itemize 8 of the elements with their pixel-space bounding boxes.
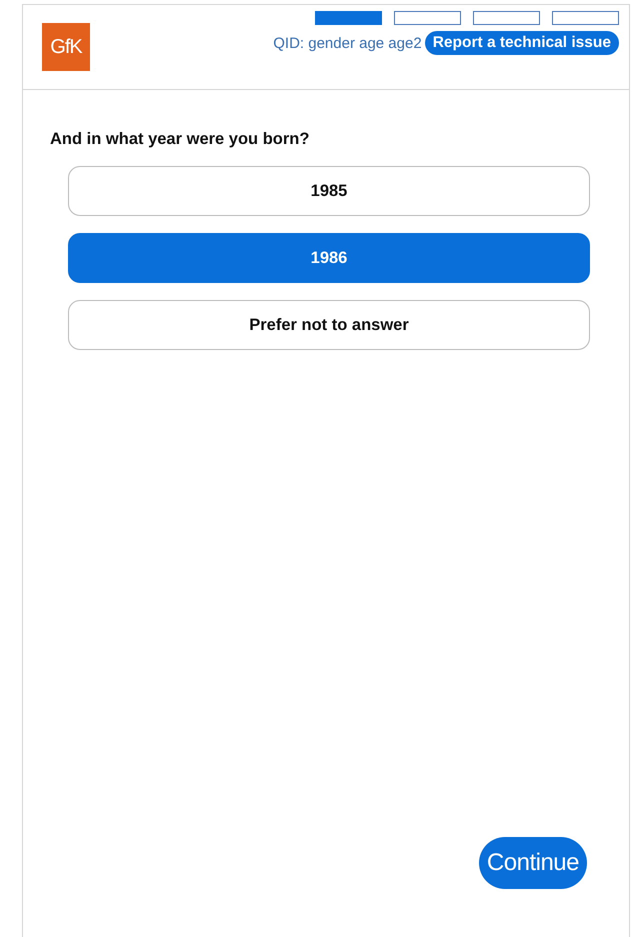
question-text: And in what year were you born? (50, 130, 310, 149)
answer-option[interactable]: 1985 (68, 166, 590, 216)
report-issue-button[interactable]: Report a technical issue (424, 31, 619, 55)
answer-option[interactable]: 1986 (68, 233, 590, 283)
continue-button[interactable]: Continue (478, 837, 587, 889)
logo: GfK (42, 23, 90, 71)
question-id: QID: gender age age2 (273, 34, 422, 52)
answer-option[interactable]: Prefer not to answer (68, 300, 590, 350)
